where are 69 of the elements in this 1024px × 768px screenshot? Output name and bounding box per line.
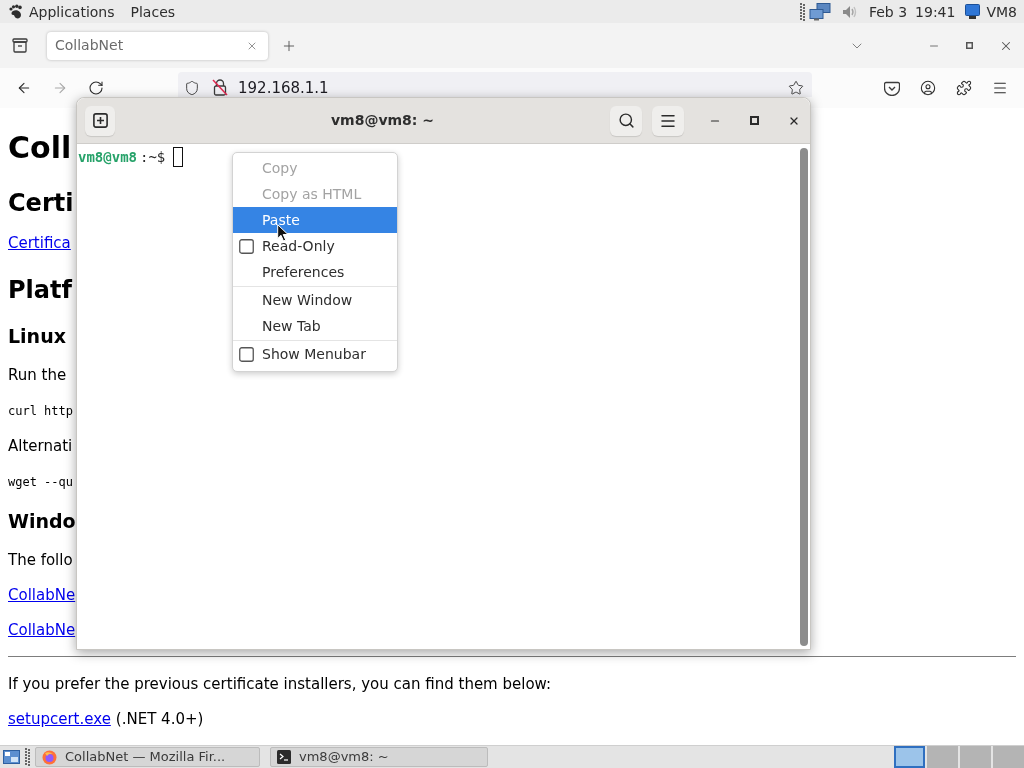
- maximize-icon[interactable]: [966, 42, 973, 49]
- scrollbar-thumb[interactable]: [800, 148, 808, 646]
- menu-button[interactable]: [652, 105, 684, 136]
- page-link[interactable]: Certifica: [8, 233, 71, 253]
- page-link[interactable]: setupcert.exe: [8, 709, 111, 729]
- chevron-badge-icon[interactable]: [884, 80, 900, 96]
- panel-menu[interactable]: Places: [130, 1, 176, 22]
- lock-slash-icon[interactable]: [212, 79, 228, 96]
- firefox-icon: [42, 749, 57, 765]
- back-icon[interactable]: [16, 80, 32, 96]
- grip-icon: [799, 2, 805, 21]
- page-link[interactable]: CollabNe: [8, 585, 76, 605]
- menu-item[interactable]: Read-Only: [233, 233, 397, 259]
- section-heading: Certi: [8, 188, 74, 218]
- account-icon[interactable]: [920, 80, 936, 96]
- network-icon[interactable]: [808, 2, 831, 21]
- section-heading: Platf: [8, 275, 72, 305]
- reload-icon[interactable]: [88, 80, 104, 96]
- window-title: vm8@vm8: ~: [330, 111, 435, 130]
- foot-icon: [9, 4, 22, 19]
- panel-time: 19:41: [915, 2, 956, 22]
- shield-icon[interactable]: [184, 79, 200, 96]
- desktop-icon[interactable]: [3, 749, 20, 765]
- code-line: curl http: [8, 403, 74, 419]
- plus-square-icon: [92, 113, 108, 128]
- checkbox-icon[interactable]: [239, 346, 254, 362]
- terminal-icon: [277, 750, 291, 764]
- puzzle-icon[interactable]: [956, 80, 972, 96]
- menu-item[interactable]: Paste: [233, 207, 397, 233]
- link-note: (.NET 4.0+): [115, 709, 204, 729]
- monitor-icon: [965, 3, 981, 20]
- page-heading: Coll: [8, 130, 72, 166]
- prompt-user: vm8@vm8: [78, 148, 137, 167]
- paragraph: If you prefer the previous certificate installers, you can find them below:: [8, 674, 552, 694]
- menu-item[interactable]: Show Menubar: [233, 341, 397, 367]
- panel-menu[interactable]: Applications: [29, 1, 115, 22]
- subsection-heading: Linux: [8, 324, 66, 348]
- browser-tab[interactable]: CollabNet: [47, 31, 268, 60]
- new-tab-button[interactable]: [85, 105, 115, 136]
- workspace-tile[interactable]: [894, 746, 925, 768]
- paragraph: Alternati: [8, 436, 73, 456]
- maximize-icon[interactable]: [750, 116, 759, 125]
- paragraph: Run the: [8, 365, 67, 385]
- code-line: wget --qu: [8, 474, 74, 490]
- tray-icon[interactable]: [12, 38, 28, 53]
- page-link[interactable]: CollabNe: [8, 620, 76, 640]
- paragraph: The follo: [8, 550, 73, 570]
- user-menu[interactable]: VM8: [986, 1, 1017, 22]
- menu-item[interactable]: New Tab: [233, 313, 397, 339]
- search-button[interactable]: [610, 105, 642, 136]
- prompt-path: :~$: [140, 148, 166, 167]
- menu-item[interactable]: Preferences: [233, 259, 397, 285]
- workspace-tile[interactable]: [927, 746, 958, 768]
- address-bar[interactable]: 192.168.1.1: [178, 72, 812, 97]
- workspace-tile[interactable]: [960, 746, 991, 768]
- mouse-pointer-icon: [277, 224, 289, 242]
- workspace-tile[interactable]: [993, 746, 1024, 768]
- subsection-heading: Windo: [8, 509, 76, 533]
- taskbar-window-button[interactable]: vm8@vm8: ~: [270, 747, 488, 767]
- taskbar-window-button[interactable]: CollabNet — Mozilla Fir...: [35, 747, 260, 767]
- bookmark-star-icon[interactable]: [788, 79, 804, 96]
- cursor-icon: [173, 147, 184, 167]
- menu-icon[interactable]: [992, 80, 1008, 96]
- speaker-icon[interactable]: [841, 4, 857, 19]
- menu-item[interactable]: New Window: [233, 287, 397, 313]
- search-icon: [617, 112, 635, 129]
- grip-icon: [25, 748, 30, 766]
- panel-date: Feb 3: [868, 2, 908, 22]
- checkbox-icon[interactable]: [239, 238, 254, 254]
